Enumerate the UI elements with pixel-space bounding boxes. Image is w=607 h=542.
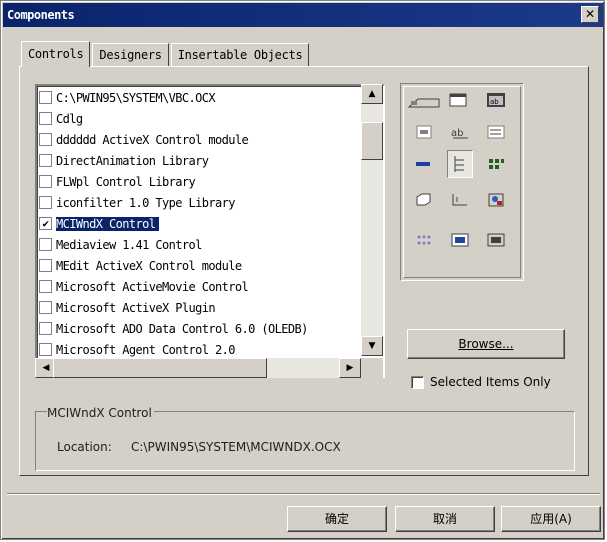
list-item-checkbox[interactable] [39,112,52,125]
list-item[interactable]: dddddd ActiveX Control module [39,129,361,150]
svg-text:ab: ab [490,98,499,106]
list-item-checkbox[interactable] [39,280,52,293]
apply-button[interactable]: 应用(A) [501,506,601,532]
list-item-checkbox[interactable] [39,154,52,167]
list-item-label: Microsoft ActiveX Plugin [56,300,216,315]
scroll-up-button[interactable]: ▲ [361,84,383,104]
list-item[interactable]: iconfilter 1.0 Type Library [39,192,361,213]
list-item[interactable]: Microsoft Agent Control 2.0 [39,339,361,360]
window-title: Components [7,8,75,22]
list-item-checkbox[interactable]: ✔ [39,217,52,230]
close-button[interactable]: ✕ [581,6,599,23]
horizontal-scrollbar[interactable]: ◀ ▶ [35,358,361,378]
listbox-icon [485,122,507,142]
list-item-label: iconfilter 1.0 Type Library [56,195,235,210]
list-item-label: C:\PWIN95\SYSTEM\VBC.OCX [56,90,216,105]
controls-listbox[interactable]: C:\PWIN95\SYSTEM\VBC.OCX Cdlg dddddd Activ… [35,84,385,378]
list-item-label: DirectAnimation Library [56,153,209,168]
list-item-checkbox[interactable] [39,301,52,314]
line-icon [449,190,471,210]
list-item-checkbox[interactable] [39,259,52,272]
mci-control-icon [485,230,507,250]
list-item-label: MCIWndX Control [56,216,160,231]
location-value: C:\PWIN95\SYSTEM\MCIWNDX.OCX [131,440,341,454]
control-icon-palette: ab ab [400,83,524,281]
tab-insertable-objects[interactable]: Insertable Objects [170,43,310,67]
browse-button[interactable]: Browse... [407,329,565,359]
pointer-icon[interactable] [447,150,473,178]
list-item-checkbox[interactable] [39,322,52,335]
list-item[interactable]: Mediaview 1.41 Control [39,234,361,255]
ole-icon [449,230,471,250]
list-item[interactable]: ✔ MCIWndX Control [39,213,361,234]
scroll-right-button[interactable]: ▶ [339,358,361,378]
list-item-checkbox[interactable] [39,133,52,146]
data-icon [413,230,435,250]
list-item-label: Cdlg [56,111,83,126]
command-button-icon [413,154,435,174]
svg-text:ab: ab [451,128,463,139]
list-item[interactable]: DirectAnimation Library [39,150,361,171]
list-item[interactable]: Microsoft ADO Data Control 6.0 (OLEDB) [39,318,361,339]
selected-items-only-label: Selected Items Only [430,375,551,389]
list-item-label: Microsoft ActiveMovie Control [56,279,249,294]
image-icon [485,190,507,210]
frame-icon [447,90,469,110]
separator [7,493,600,495]
title-bar[interactable]: Components ✕ [3,3,603,27]
ok-button[interactable]: 确定 [287,506,387,532]
list-item[interactable]: Microsoft ActiveMovie Control [39,276,361,297]
folder-tab-icon [407,90,441,110]
list-item-label: FLWpl Control Library [56,174,196,189]
list-item-label: Microsoft ADO Data Control 6.0 (OLEDB) [56,321,308,336]
scroll-down-button[interactable]: ▼ [361,336,383,356]
cancel-button[interactable]: 取消 [395,506,495,532]
location-label: Location: [57,440,112,454]
picture-box-icon: ab [485,90,507,110]
list-item-checkbox[interactable] [39,238,52,251]
grid-icon [485,154,507,174]
list-item[interactable]: Microsoft ActiveX Plugin [39,297,361,318]
textbox-icon: ab [449,122,471,142]
list-item-label: MEdit ActiveX Control module [56,258,242,273]
list-item[interactable]: C:\PWIN95\SYSTEM\VBC.OCX [39,87,361,108]
tab-strip: Controls Designers Insertable Objects [21,41,311,67]
tab-controls[interactable]: Controls [21,41,91,67]
list-item-label: dddddd ActiveX Control module [56,132,249,147]
selected-items-only-checkbox[interactable]: Selected Items Only [411,373,551,391]
list-item[interactable]: MEdit ActiveX Control module [39,255,361,276]
list-item[interactable]: Cdlg [39,108,361,129]
list-item-checkbox[interactable] [39,343,52,356]
list-item-checkbox[interactable] [39,91,52,104]
tab-designers[interactable]: Designers [92,43,169,67]
horizontal-scroll-thumb[interactable] [53,358,267,378]
components-dialog: Components ✕ Controls Designers Insertab… [0,0,605,540]
list-item-label: Microsoft Agent Control 2.0 [56,342,235,357]
list-item-checkbox[interactable] [39,175,52,188]
list-item-label: Mediaview 1.41 Control [56,237,202,252]
vertical-scrollbar[interactable]: ▲ ▼ [361,84,383,356]
list-item-checkbox[interactable] [39,196,52,209]
shape-icon [413,190,435,210]
checkbox-box[interactable] [411,375,424,389]
scrollbar-corner [361,358,383,378]
details-title: MCIWndX Control [47,406,154,420]
label-icon [413,122,435,142]
scroll-thumb[interactable] [361,122,383,160]
list-item[interactable]: FLWpl Control Library [39,171,361,192]
